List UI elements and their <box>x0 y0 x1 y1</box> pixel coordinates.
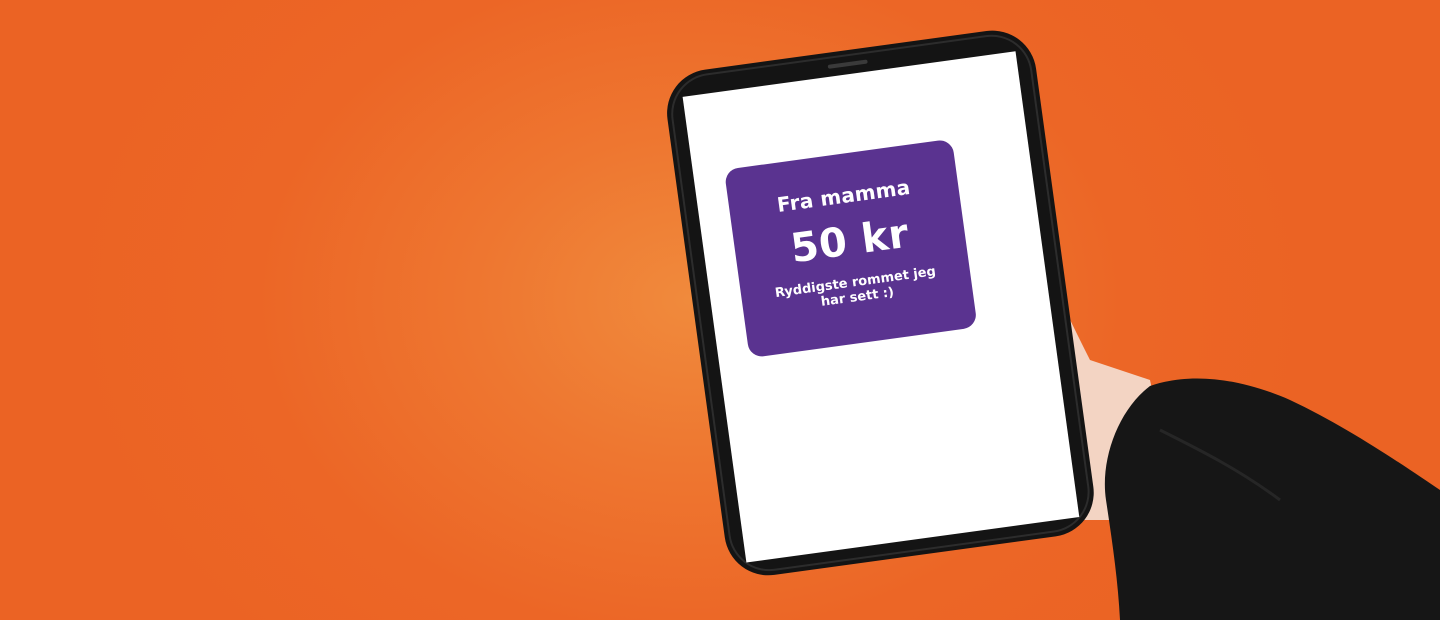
black-sleeve <box>1104 378 1440 620</box>
photo-scene: Fra mamma 50 kr Ryddigste rommet jeg har… <box>0 0 1440 620</box>
phone-screen: Fra mamma 50 kr Ryddigste rommet jeg har… <box>682 51 1079 562</box>
payment-message-card: Fra mamma 50 kr Ryddigste rommet jeg har… <box>723 138 978 359</box>
